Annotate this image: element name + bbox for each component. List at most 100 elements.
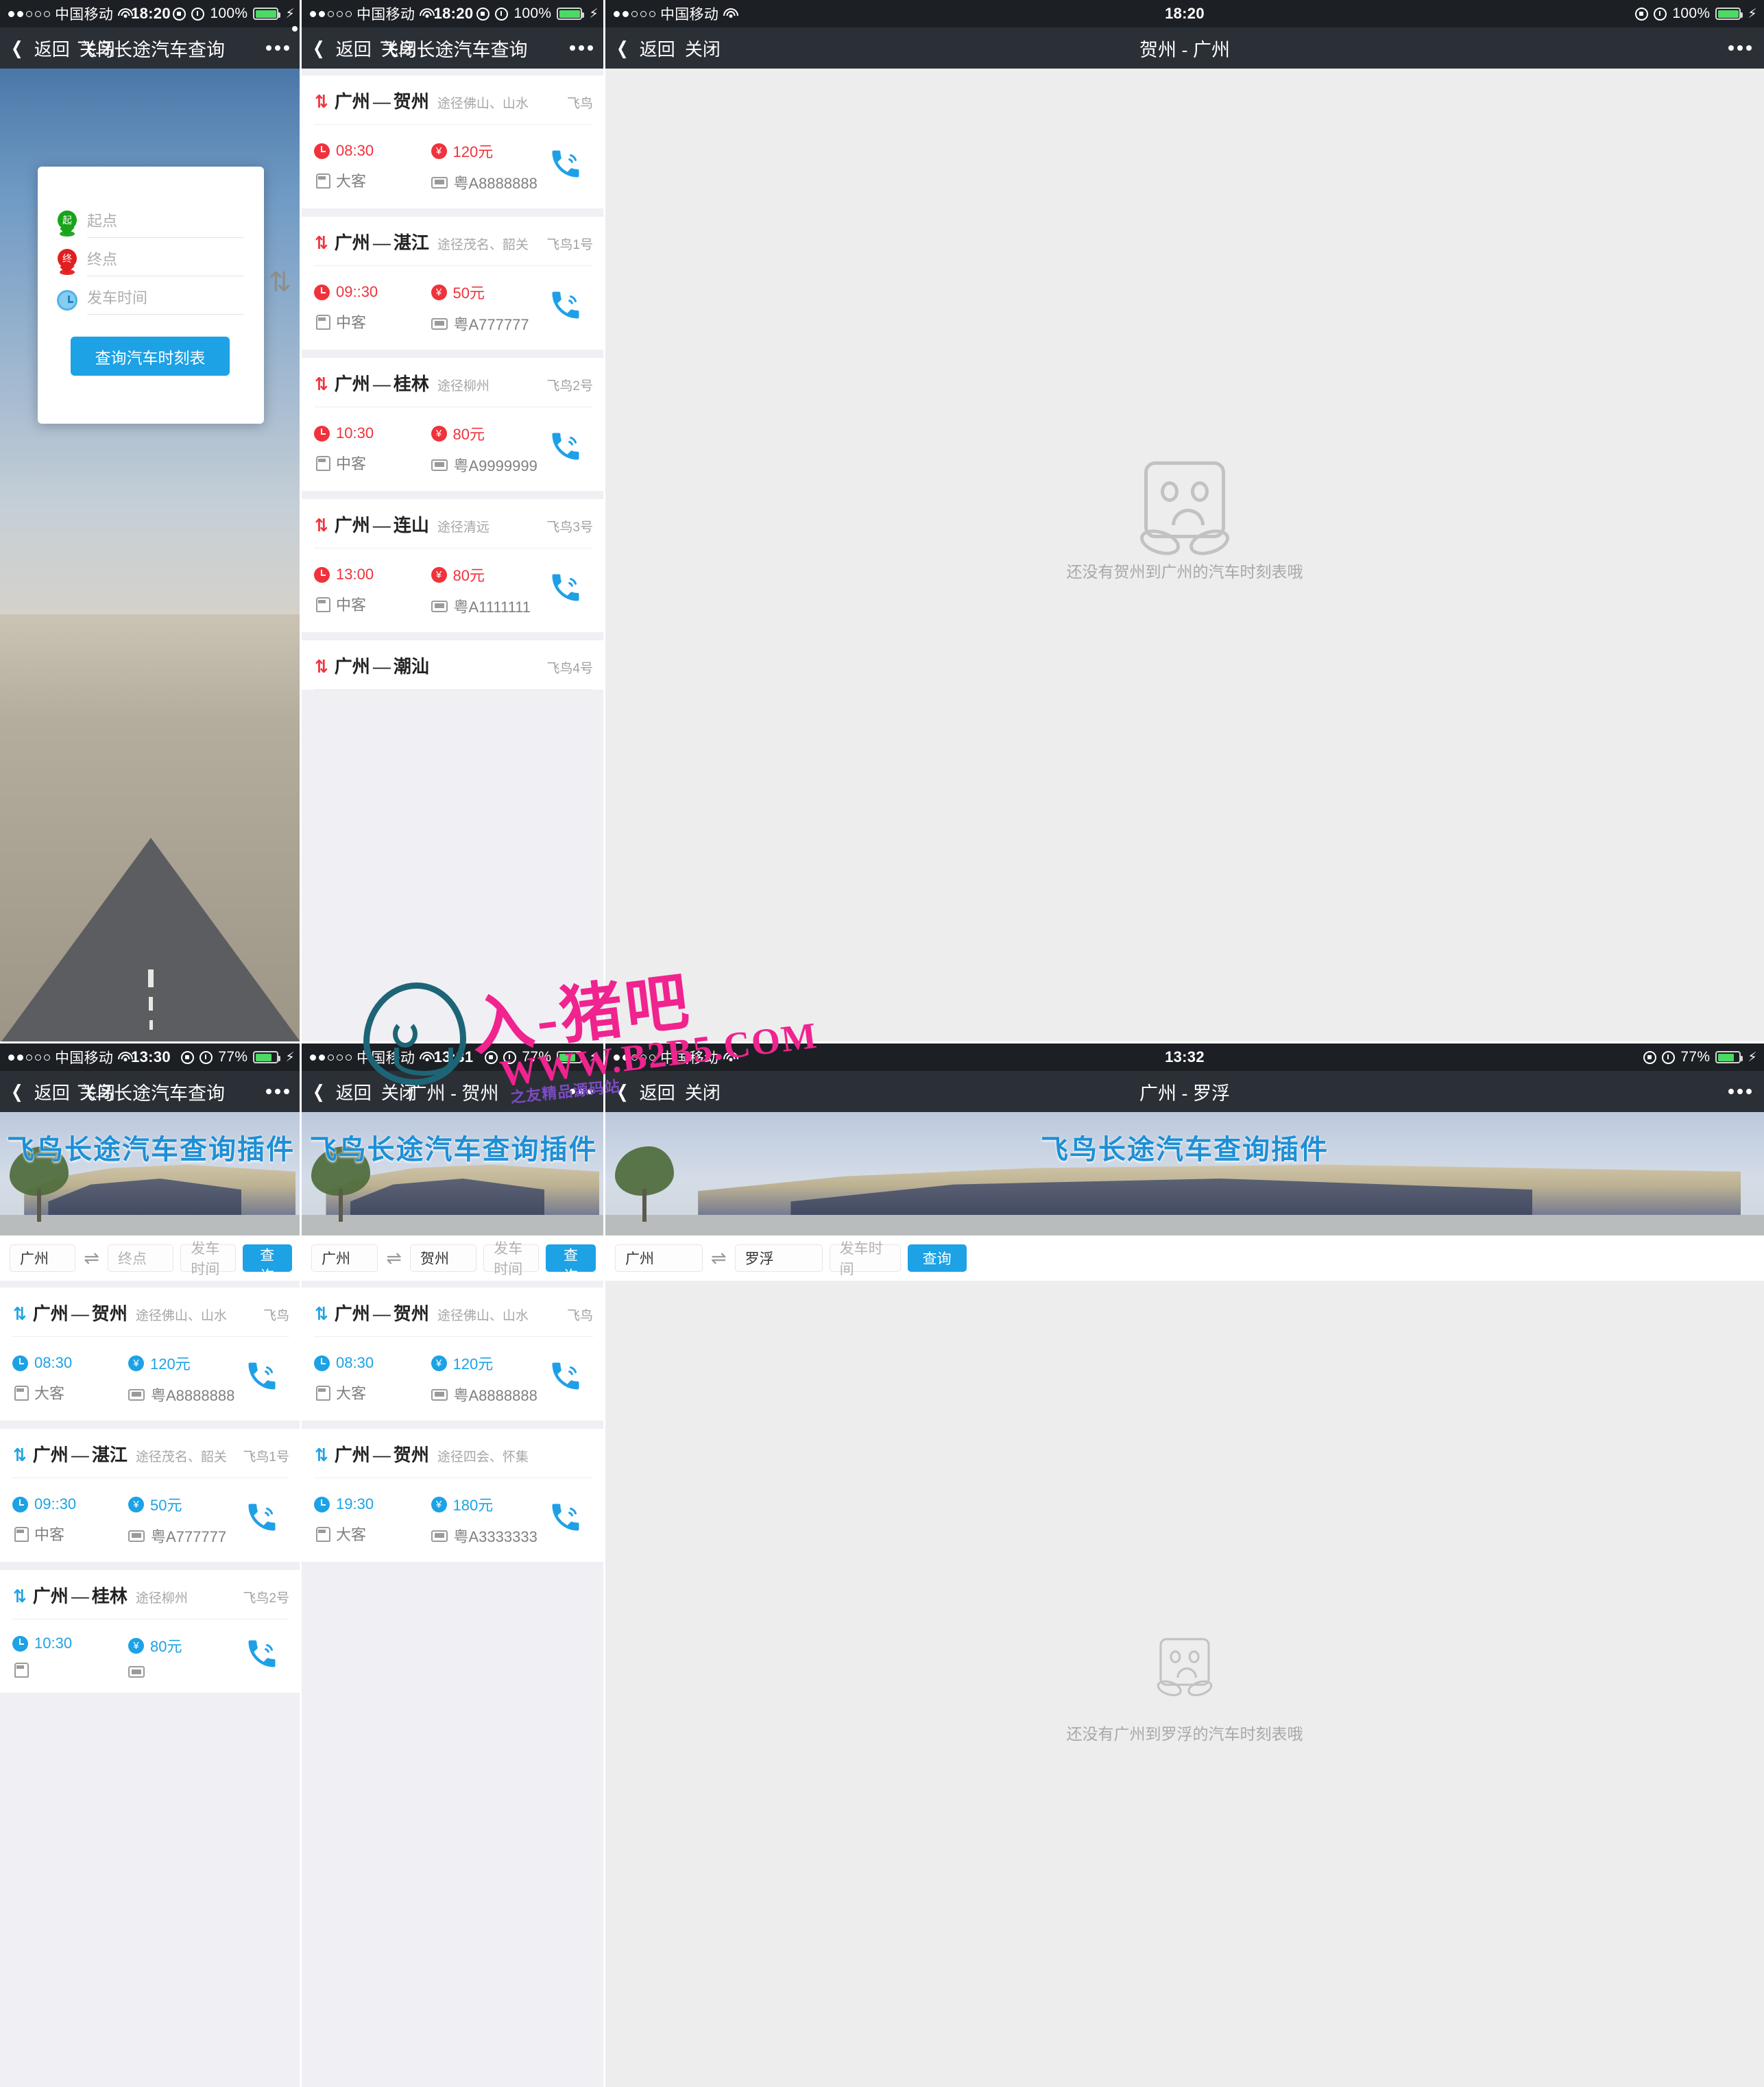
clock-icon <box>57 290 77 311</box>
call-button[interactable] <box>548 570 583 611</box>
card-header: ⇅ 广州 — 连山 途径清远 飞鸟3号 <box>314 499 593 548</box>
license-plate: 粤A3333333 <box>453 1528 537 1545</box>
empty-state: 还没有广州到罗浮的汽车时刻表哦 <box>605 1281 1764 2087</box>
more-options-button[interactable] <box>266 26 302 51</box>
more-options-button[interactable] <box>266 1089 302 1094</box>
bus-schedule-card[interactable]: ⇅ 广州 — 湛江 途径茂名、韶关 飞鸟1号 09::30 中客 ¥50元 粤A777777 <box>0 1429 302 1562</box>
bus-schedule-card[interactable]: ⇅ 广州 — 潮汕 飞鸟4号 <box>302 640 605 690</box>
more-options-button[interactable] <box>570 45 605 51</box>
yuan-icon: ¥ <box>431 284 447 300</box>
to-input[interactable]: 终点 <box>108 1244 174 1272</box>
license-plate-icon <box>431 317 448 330</box>
call-button[interactable] <box>548 1358 583 1399</box>
back-button[interactable]: 返回 <box>34 1079 70 1105</box>
call-button[interactable] <box>548 287 583 328</box>
bus-type: 中客 <box>336 314 367 331</box>
start-field-row[interactable]: 起 起点 <box>57 209 243 238</box>
chevron-left-icon[interactable]: ❮ <box>616 1081 628 1102</box>
time-input[interactable]: 发车时间 <box>483 1241 540 1277</box>
nav-left-group: ❮ 返回 关闭 <box>0 36 115 61</box>
license-plate-icon <box>431 1388 448 1401</box>
bus-schedule-list[interactable]: ⇅ 广州 — 贺州 途径佛山、山水 飞鸟 08:30 大客 ¥120元 粤A8888888 ⇅ 广州 —… <box>302 69 605 1044</box>
departure-column: 13:00 中客 <box>314 566 431 615</box>
close-button[interactable]: 关闭 <box>381 36 417 61</box>
back-button[interactable]: 返回 <box>336 1079 372 1105</box>
route-label: 广州 — 桂林 <box>335 370 429 396</box>
bus-schedule-card[interactable]: ⇅ 广州 — 贺州 途径佛山、山水 飞鸟 08:30 大客 ¥120元 粤A8888888 <box>302 1288 605 1421</box>
call-button[interactable] <box>548 429 583 470</box>
chevron-left-icon[interactable]: ❮ <box>11 1081 23 1102</box>
bus-schedule-card[interactable]: ⇅ 广州 — 贺州 途径佛山、山水 飞鸟 08:30 大客 ¥120元 粤A8888888 <box>0 1288 302 1421</box>
route-via: 途径柳州 <box>135 1591 188 1606</box>
battery-icon <box>253 1051 281 1063</box>
bus-schedule-card[interactable]: ⇅ 广州 — 贺州 途径佛山、山水 飞鸟 08:30 大客 ¥120元 粤A8888888 <box>302 75 605 208</box>
route-wave-icon: ⇅ <box>315 374 328 394</box>
bus-schedule-card[interactable]: ⇅ 广州 — 桂林 途径柳州 飞鸟2号 10:30 ¥80元 <box>0 1570 302 1693</box>
time-input[interactable]: 发车时间 <box>87 289 147 306</box>
close-button[interactable]: 关闭 <box>685 1079 721 1105</box>
swap-horizontal-icon[interactable]: ⇌ <box>385 1248 403 1269</box>
chevron-left-icon[interactable]: ❮ <box>11 38 23 59</box>
bus-schedule-card[interactable]: ⇅ 广州 — 贺州 途径四会、怀集 19:30 大客 ¥180元 粤A3333333 <box>302 1429 605 1562</box>
panel-search-results-mid: 中国移动 13:31 77% ⚡ ❮ 返回 关闭 广州 - 贺州 飞鸟长途汽车查… <box>302 1044 605 2087</box>
call-button[interactable] <box>244 1358 280 1399</box>
card-body: 08:30 大客 ¥120元 粤A8888888 <box>314 125 593 208</box>
time-input[interactable]: 发车时间 <box>829 1241 901 1277</box>
bus-type-row: 中客 <box>314 593 431 615</box>
swap-horizontal-icon[interactable]: ⇌ <box>710 1248 728 1269</box>
call-button[interactable] <box>244 1636 280 1677</box>
swap-horizontal-icon[interactable]: ⇌ <box>82 1248 101 1269</box>
call-button[interactable] <box>244 1499 280 1541</box>
route-from: 广州 <box>334 515 370 535</box>
more-options-button[interactable] <box>1728 1089 1764 1094</box>
rotation-lock-icon <box>1643 1050 1657 1064</box>
from-input[interactable]: 广州 <box>615 1244 703 1272</box>
query-timetable-button[interactable]: 查询汽车时刻表 <box>71 337 230 376</box>
call-button[interactable] <box>548 1499 583 1541</box>
query-button[interactable]: 查询 <box>242 1244 292 1284</box>
bus-icon <box>314 1526 330 1542</box>
bus-schedule-card[interactable]: ⇅ 广州 — 连山 途径清远 飞鸟3号 13:00 中客 ¥80元 粤A1111111 <box>302 499 605 632</box>
back-button[interactable]: 返回 <box>336 36 372 61</box>
chevron-left-icon[interactable]: ❮ <box>313 38 324 59</box>
bus-schedule-list[interactable]: ⇅ 广州 — 贺州 途径佛山、山水 飞鸟 08:30 大客 ¥120元 粤A8888888 ⇅ 广州 —… <box>0 1281 302 2087</box>
from-input[interactable]: 广州 <box>311 1244 378 1272</box>
bus-schedule-list[interactable]: ⇅ 广州 — 贺州 途径佛山、山水 飞鸟 08:30 大客 ¥120元 粤A8888888 ⇅ 广州 —… <box>302 1281 605 2087</box>
start-input[interactable]: 起点 <box>87 213 117 230</box>
end-pin-label: 终 <box>62 253 72 264</box>
swap-vertical-icon[interactable]: ⇅ <box>268 267 291 298</box>
status-bar: 中国移动 13:31 77% ⚡ <box>302 1044 605 1071</box>
route-to: 潮汕 <box>393 656 429 677</box>
alarm-icon <box>495 7 509 21</box>
query-button[interactable]: 查询 <box>546 1244 596 1284</box>
time-input[interactable]: 发车时间 <box>180 1241 236 1277</box>
yuan-icon: ¥ <box>431 1355 447 1371</box>
bus-schedule-card[interactable]: ⇅ 广州 — 桂林 途径柳州 飞鸟2号 10:30 中客 ¥80元 粤A9999999 <box>302 358 605 491</box>
more-options-button[interactable] <box>570 1089 605 1094</box>
battery-icon <box>557 8 585 20</box>
chevron-left-icon[interactable]: ❮ <box>313 1081 324 1102</box>
yuan-icon: ¥ <box>128 1496 144 1512</box>
route-from: 广州 <box>334 1445 370 1465</box>
bus-type: 大客 <box>336 1526 367 1543</box>
query-button[interactable]: 查询 <box>907 1244 967 1272</box>
license-plate: 粤A9999999 <box>453 457 537 474</box>
to-input[interactable]: 罗浮 <box>734 1244 823 1272</box>
to-input[interactable]: 贺州 <box>409 1244 477 1272</box>
close-button[interactable]: 关闭 <box>80 36 115 61</box>
close-button[interactable]: 关闭 <box>80 1079 115 1105</box>
back-button[interactable]: 返回 <box>34 36 70 61</box>
time-field-row[interactable]: 发车时间 <box>57 286 243 315</box>
route-wave-icon: ⇅ <box>315 232 328 253</box>
end-field-row[interactable]: 终 终点 <box>57 248 243 276</box>
back-button[interactable]: 返回 <box>640 1079 675 1105</box>
bus-type-row: 大客 <box>12 1382 128 1403</box>
fare-column: ¥120元 粤A8888888 <box>431 1352 548 1406</box>
license-plate-icon <box>431 600 448 612</box>
call-button[interactable] <box>548 146 583 187</box>
end-input[interactable]: 终点 <box>87 251 117 268</box>
from-input[interactable]: 广州 <box>10 1244 76 1272</box>
close-button[interactable]: 关闭 <box>381 1079 417 1105</box>
plate-row: 粤A777777 <box>128 1525 244 1547</box>
bus-schedule-card[interactable]: ⇅ 广州 — 湛江 途径茂名、韶关 飞鸟1号 09::30 中客 ¥50元 粤A777777 <box>302 217 605 350</box>
